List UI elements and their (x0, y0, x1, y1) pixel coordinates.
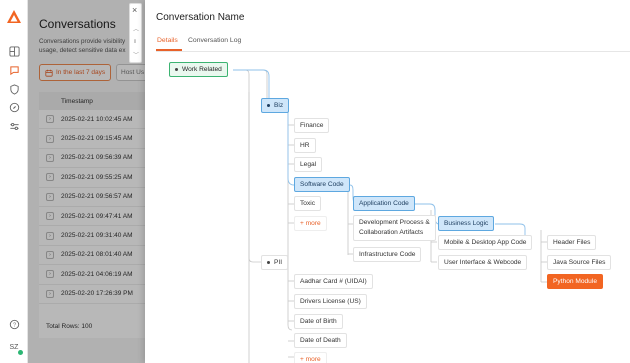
sliders-icon[interactable] (8, 120, 20, 132)
icon-rail: ? SZ (0, 0, 28, 363)
node-label: Development Process & (359, 219, 430, 226)
node-label: PII (274, 259, 283, 266)
close-icon[interactable]: × (132, 5, 137, 15)
drawer-controls: × ︿ ॥ ﹀ (129, 3, 142, 63)
node-label: Biz (274, 102, 284, 109)
grid-icon[interactable] (8, 45, 20, 57)
modal-overlay[interactable] (28, 0, 145, 363)
status-dot (18, 350, 23, 355)
node-pii[interactable]: PII (261, 255, 289, 270)
chevron-up-icon[interactable]: ︿ (133, 24, 139, 33)
node-aadhar-card[interactable]: Aadhar Card # (UIDAI) (294, 274, 373, 289)
compass-icon[interactable] (8, 101, 20, 113)
node-development-process[interactable]: Development Process & Collaboration Arti… (353, 215, 436, 241)
node-biz[interactable]: Biz (261, 98, 290, 113)
node-header-files[interactable]: Header Files (547, 235, 597, 250)
node-hr[interactable]: HR (294, 138, 316, 153)
svg-text:?: ? (12, 322, 15, 328)
node-python-module[interactable]: Python Module (547, 274, 603, 289)
chat-icon[interactable] (8, 64, 20, 76)
help-icon[interactable]: ? (8, 318, 20, 330)
classification-tree: Work Related Biz Finance HR Legal Softwa… (145, 0, 630, 363)
node-dot (175, 68, 178, 71)
chevron-down-icon[interactable]: ﹀ (133, 50, 139, 59)
more-button[interactable]: + more (294, 352, 327, 363)
node-date-of-birth[interactable]: Date of Birth (294, 314, 343, 329)
logo-icon[interactable] (6, 9, 22, 25)
node-toxic[interactable]: Toxic (294, 196, 322, 211)
node-finance[interactable]: Finance (294, 118, 330, 133)
node-label: Work Related (182, 66, 222, 73)
node-label: Collaboration Artifacts (359, 229, 424, 236)
node-business-logic[interactable]: Business Logic (438, 216, 495, 231)
shield-icon[interactable] (8, 83, 20, 95)
node-user-interface-webcode[interactable]: User Interface & Webcode (438, 255, 528, 270)
tree-connectors (233, 69, 547, 363)
node-java-source-files[interactable]: Java Source Files (547, 255, 612, 270)
node-mobile-desktop-app-code[interactable]: Mobile & Desktop App Code (438, 235, 533, 250)
node-drivers-license[interactable]: Drivers License (US) (294, 294, 367, 309)
node-dot (267, 104, 270, 107)
pause-icon[interactable]: ॥ (133, 37, 137, 45)
node-software-code[interactable]: Software Code (294, 177, 350, 192)
node-application-code[interactable]: Application Code (353, 196, 415, 211)
more-button[interactable]: + more (294, 216, 327, 231)
conversation-drawer: Conversation Name Details Conversation L… (145, 0, 630, 363)
node-work-related[interactable]: Work Related (169, 62, 228, 77)
node-date-of-death[interactable]: Date of Death (294, 333, 347, 348)
node-infrastructure-code[interactable]: Infrastructure Code (353, 247, 422, 262)
node-dot (267, 261, 270, 264)
node-legal[interactable]: Legal (294, 157, 323, 172)
